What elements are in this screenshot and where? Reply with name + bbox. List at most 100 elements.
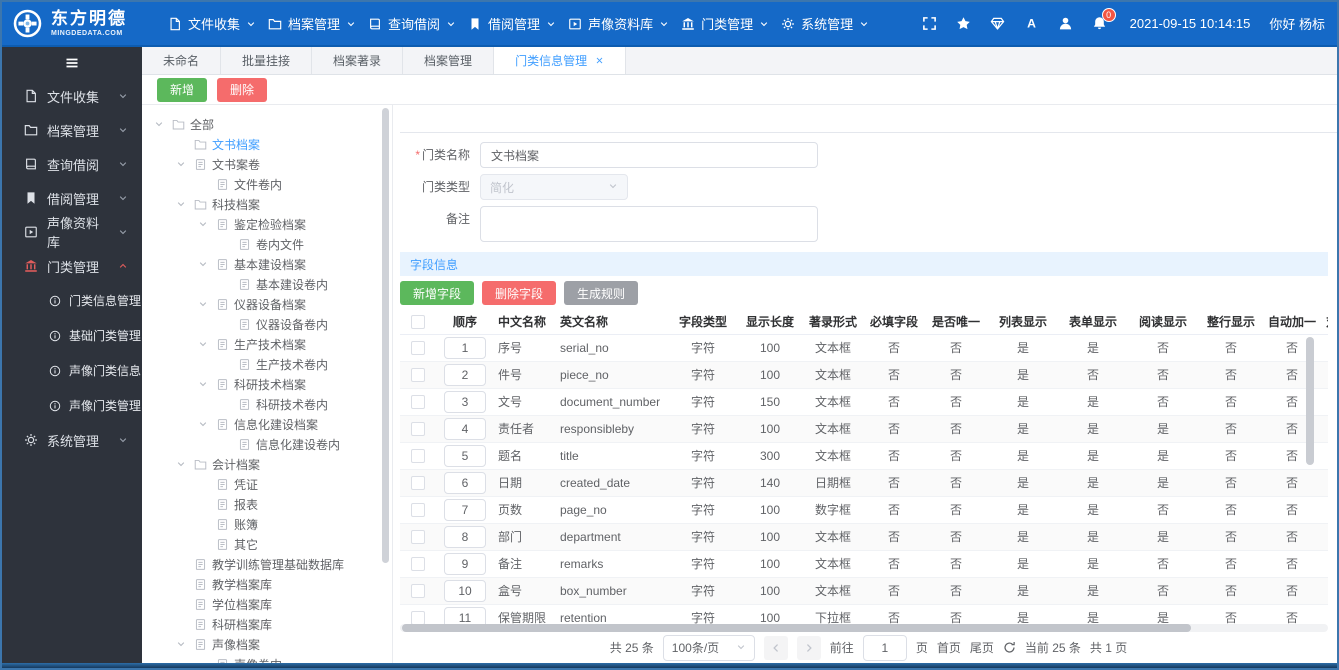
- add-button[interactable]: 新增: [157, 77, 208, 102]
- tree-node-25[interactable]: 学位档案库: [152, 594, 378, 614]
- sidebar-subitem-1[interactable]: 门类信息管理: [2, 283, 142, 318]
- top-nav-item-2[interactable]: 档案管理: [262, 14, 362, 33]
- tree-node-5[interactable]: 科技档案: [152, 194, 378, 214]
- tree-node-28[interactable]: 声像卷内: [152, 654, 378, 663]
- user-icon[interactable]: [1058, 16, 1073, 31]
- table-vertical-scrollbar[interactable]: [1306, 337, 1314, 465]
- sidebar-subitem-2[interactable]: 基础门类管理: [2, 318, 142, 353]
- font-size-icon[interactable]: A: [1024, 16, 1039, 31]
- row-checkbox[interactable]: [411, 448, 425, 463]
- first-page-link[interactable]: 首页: [937, 639, 961, 656]
- row-checkbox[interactable]: [411, 583, 425, 598]
- tree-node-15[interactable]: 科研技术卷内: [152, 394, 378, 414]
- delete-button[interactable]: 删除: [217, 77, 268, 102]
- tree-node-10[interactable]: 仪器设备档案: [152, 294, 378, 314]
- sidebar-item-4[interactable]: 借阅管理: [2, 181, 142, 215]
- bell-icon[interactable]: 0: [1092, 8, 1116, 31]
- tree-node-14[interactable]: 科研技术档案: [152, 374, 378, 394]
- delete-field-button[interactable]: 删除字段: [482, 281, 557, 305]
- last-page-link[interactable]: 尾页: [970, 639, 994, 656]
- row-checkbox[interactable]: [411, 610, 425, 624]
- sidebar-item-7[interactable]: 系统管理: [2, 423, 142, 457]
- gem-icon[interactable]: [990, 16, 1005, 31]
- sidebar-item-3[interactable]: 查询借阅: [2, 147, 142, 181]
- open-tab-1[interactable]: 未命名: [142, 47, 222, 74]
- open-tab-5[interactable]: 门类信息管理: [494, 47, 627, 74]
- sidebar-collapse-button[interactable]: [2, 47, 142, 79]
- sidebar-subitem-3[interactable]: 声像门类信息: [2, 353, 142, 388]
- open-tab-2[interactable]: 批量挂接: [221, 47, 313, 74]
- table-horizontal-scrollbar-thumb[interactable]: [402, 624, 1191, 632]
- open-tab-4[interactable]: 档案管理: [403, 47, 495, 74]
- tree-node-2[interactable]: 文书档案: [152, 134, 378, 154]
- tree-node-24[interactable]: 教学档案库: [152, 574, 378, 594]
- order-input[interactable]: [444, 606, 486, 624]
- tree-scrollbar[interactable]: [380, 105, 392, 663]
- tree-node-13[interactable]: 生产技术卷内: [152, 354, 378, 374]
- order-input[interactable]: [444, 498, 486, 521]
- tree-node-8[interactable]: 基本建设档案: [152, 254, 378, 274]
- remark-textarea[interactable]: [480, 206, 818, 242]
- refresh-icon[interactable]: [1003, 641, 1016, 654]
- tree-node-16[interactable]: 信息化建设档案: [152, 414, 378, 434]
- tree-node-21[interactable]: 账簿: [152, 514, 378, 534]
- category-type-select[interactable]: 简化: [480, 174, 628, 200]
- order-input[interactable]: [444, 417, 486, 440]
- tree-node-23[interactable]: 教学训练管理基础数据库: [152, 554, 378, 574]
- tree-node-6[interactable]: 鉴定检验档案: [152, 214, 378, 234]
- sidebar-item-6[interactable]: 门类管理: [2, 249, 142, 283]
- top-nav-item-7[interactable]: 系统管理: [775, 14, 875, 33]
- row-checkbox[interactable]: [411, 421, 425, 436]
- tree-node-19[interactable]: 凭证: [152, 474, 378, 494]
- order-input[interactable]: [444, 336, 486, 359]
- top-nav-item-6[interactable]: 门类管理: [675, 14, 775, 33]
- next-page-button[interactable]: [796, 635, 821, 660]
- tree-node-27[interactable]: 声像档案: [152, 634, 378, 654]
- select-all-checkbox[interactable]: [411, 314, 425, 329]
- tree-node-22[interactable]: 其它: [152, 534, 378, 554]
- goto-page-input[interactable]: [862, 634, 907, 661]
- row-checkbox[interactable]: [411, 556, 425, 571]
- row-checkbox[interactable]: [411, 529, 425, 544]
- order-input[interactable]: [444, 444, 486, 467]
- row-checkbox[interactable]: [411, 340, 425, 355]
- page-size-select[interactable]: 100条/页: [662, 634, 755, 661]
- order-input[interactable]: [444, 552, 486, 575]
- tree-node-20[interactable]: 报表: [152, 494, 378, 514]
- open-tab-3[interactable]: 档案著录: [312, 47, 404, 74]
- tree-node-9[interactable]: 基本建设卷内: [152, 274, 378, 294]
- sidebar-item-1[interactable]: 文件收集: [2, 79, 142, 113]
- table-horizontal-scrollbar[interactable]: [400, 624, 1328, 632]
- order-input[interactable]: [444, 363, 486, 386]
- order-input[interactable]: [444, 471, 486, 494]
- category-name-input[interactable]: [480, 142, 818, 168]
- tree-node-7[interactable]: 卷内文件: [152, 234, 378, 254]
- top-nav-item-5[interactable]: 声像资料库: [562, 14, 675, 33]
- order-input[interactable]: [444, 525, 486, 548]
- order-input[interactable]: [444, 390, 486, 413]
- prev-page-button[interactable]: [763, 635, 788, 660]
- add-field-button[interactable]: 新增字段: [400, 281, 475, 305]
- tree-node-1[interactable]: 全部: [152, 114, 378, 134]
- tree-node-26[interactable]: 科研档案库: [152, 614, 378, 634]
- star-icon[interactable]: [956, 16, 971, 31]
- tree-node-4[interactable]: 文件卷内: [152, 174, 378, 194]
- row-checkbox[interactable]: [411, 502, 425, 517]
- tree-node-3[interactable]: 文书案卷: [152, 154, 378, 174]
- top-nav-item-1[interactable]: 文件收集: [162, 14, 262, 33]
- fullscreen-icon[interactable]: [922, 16, 937, 31]
- sidebar-item-5[interactable]: 声像资料库: [2, 215, 142, 250]
- tree-node-17[interactable]: 信息化建设卷内: [152, 434, 378, 454]
- close-icon[interactable]: [595, 56, 604, 65]
- top-nav-item-3[interactable]: 查询借阅: [362, 14, 462, 33]
- generate-rule-button[interactable]: 生成规则: [564, 281, 639, 305]
- sidebar-subitem-4[interactable]: 声像门类管理: [2, 388, 142, 423]
- tree-node-12[interactable]: 生产技术档案: [152, 334, 378, 354]
- row-checkbox[interactable]: [411, 394, 425, 409]
- tree-node-18[interactable]: 会计档案: [152, 454, 378, 474]
- tree-node-11[interactable]: 仪器设备卷内: [152, 314, 378, 334]
- sidebar-item-2[interactable]: 档案管理: [2, 113, 142, 147]
- tree-scrollbar-thumb[interactable]: [382, 108, 389, 563]
- row-checkbox[interactable]: [411, 367, 425, 382]
- top-nav-item-4[interactable]: 借阅管理: [462, 14, 562, 33]
